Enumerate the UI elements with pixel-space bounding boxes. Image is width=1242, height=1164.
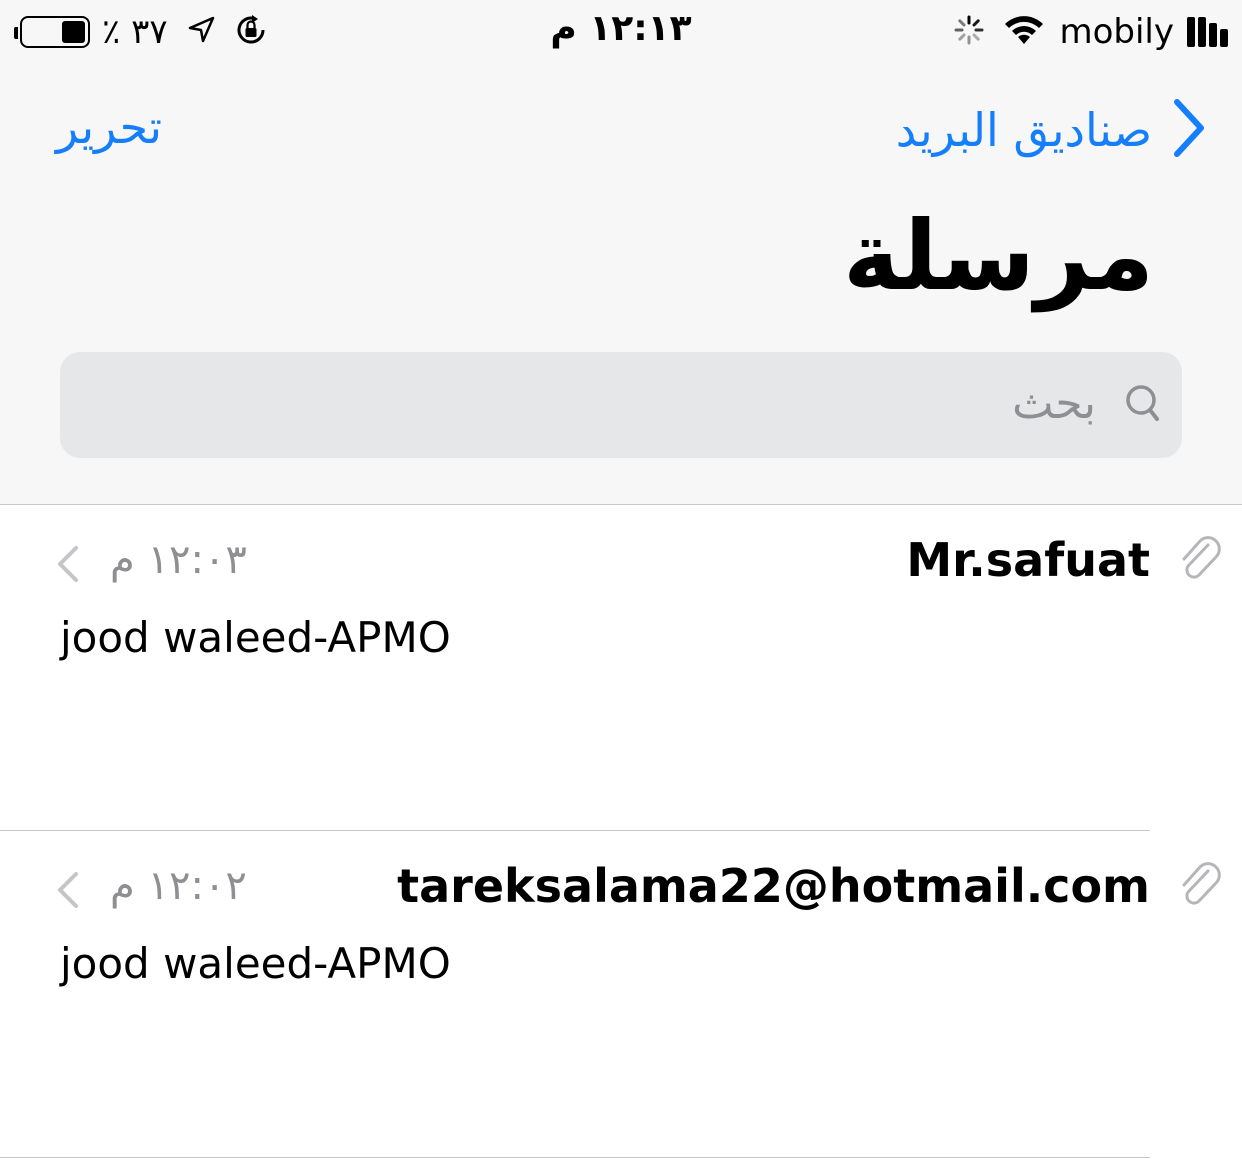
paperclip-icon [1178, 535, 1222, 587]
chevron-right-icon [1172, 96, 1206, 164]
status-bar: ٪ ٣٧ ١٢:١٣ م mobily [0, 0, 1242, 64]
paperclip-icon [1178, 861, 1222, 913]
back-to-mailboxes-button[interactable]: صناديق البريد [896, 96, 1206, 164]
mail-list-item[interactable]: tareksalama22@hotmail.com ١٢:٠٢ م jood w… [0, 831, 1242, 1157]
disclosure-chevron-icon [56, 871, 80, 913]
sender-name: tareksalama22@hotmail.com [397, 859, 1150, 913]
message-subject: jood waleed-APMO [60, 613, 451, 662]
search-icon [1116, 382, 1160, 432]
back-button-label: صناديق البريد [895, 103, 1152, 157]
activity-spinner-icon [953, 14, 985, 50]
row-separator [0, 1157, 1150, 1158]
page-title: مرسلة [843, 200, 1154, 312]
message-time: ١٢:٠٢ م [110, 863, 247, 909]
search-input[interactable]: بحث [60, 352, 1182, 458]
carrier-name: mobily [1059, 12, 1174, 52]
disclosure-chevron-icon [56, 545, 80, 587]
status-bar-right: mobily [953, 10, 1228, 54]
wifi-icon [1003, 14, 1045, 50]
sender-name: Mr.safuat [906, 533, 1150, 587]
message-subject: jood waleed-APMO [60, 939, 451, 988]
signal-bars-icon [1184, 17, 1228, 47]
edit-button[interactable]: تحرير [56, 100, 162, 154]
mail-list-item[interactable]: Mr.safuat ١٢:٠٣ م jood waleed-APMO [0, 505, 1242, 831]
message-time: ١٢:٠٣ م [110, 537, 247, 583]
search-placeholder: بحث [1012, 378, 1096, 429]
